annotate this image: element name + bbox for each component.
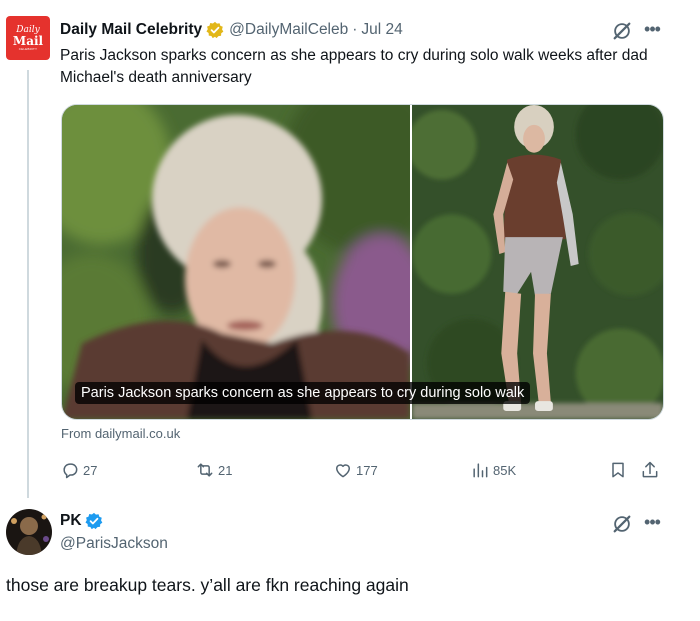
- media-photo-fullbody[interactable]: [412, 105, 663, 419]
- verified-blue-badge-icon[interactable]: [85, 512, 103, 530]
- tweet-media[interactable]: [61, 104, 664, 420]
- reply-author[interactable]: PK: [60, 512, 103, 530]
- views-count: 85K: [493, 462, 517, 478]
- more-icon[interactable]: •••: [641, 20, 663, 42]
- reply-author-name[interactable]: PK: [60, 512, 82, 530]
- verified-gold-badge-icon[interactable]: [206, 21, 224, 39]
- avatar[interactable]: [6, 509, 52, 555]
- like-button[interactable]: 177: [333, 458, 378, 482]
- share-button[interactable]: [640, 458, 663, 482]
- reply-icon: [63, 463, 78, 479]
- quoted-tweet[interactable]: Daily Mail CELEBRITY Daily Mail Celebrit…: [0, 0, 700, 500]
- author-handle[interactable]: @DailyMailCeleb: [229, 21, 348, 39]
- media-photo-closeup[interactable]: [62, 105, 410, 419]
- tweet-actions-bar: 27 21 177 85K: [60, 458, 664, 482]
- tweet-header: Daily Mail Celebrity @DailyMailCeleb · J…: [60, 19, 403, 41]
- media-caption: Paris Jackson sparks concern as she appe…: [75, 382, 531, 404]
- link-source[interactable]: From dailymail.co.uk: [61, 426, 180, 441]
- tweet-text: Paris Jackson sparks concern as she appe…: [60, 47, 648, 86]
- reply-text: those are breakup tears. y’all are fkn r…: [6, 575, 409, 595]
- reply-author-handle[interactable]: @ParisJackson: [60, 535, 168, 553]
- avatar-logo-line3: CELEBRITY: [18, 46, 38, 51]
- share-icon: [642, 461, 658, 478]
- author-name[interactable]: Daily Mail Celebrity: [60, 21, 202, 39]
- avatar-logo-line2: Mail: [12, 33, 44, 48]
- repost-icon: [197, 463, 213, 477]
- like-count: 177: [356, 462, 378, 478]
- bookmark-button[interactable]: [608, 458, 631, 482]
- separator-dot: ·: [352, 21, 358, 38]
- bookmark-icon: [612, 462, 624, 478]
- reply-count: 27: [83, 462, 98, 478]
- views-chart-icon: [473, 463, 488, 478]
- more-icon[interactable]: •••: [641, 513, 663, 535]
- daily-mail-avatar[interactable]: Daily Mail CELEBRITY: [6, 16, 50, 60]
- grok-icon[interactable]: [611, 20, 633, 42]
- grok-icon[interactable]: [611, 513, 633, 535]
- heart-icon: [336, 464, 350, 478]
- reply-button[interactable]: 27: [60, 458, 97, 482]
- views-button[interactable]: 85K: [470, 458, 516, 482]
- repost-button[interactable]: 21: [195, 458, 232, 482]
- repost-count: 21: [218, 462, 233, 478]
- tweet-date[interactable]: Jul 24: [361, 21, 402, 39]
